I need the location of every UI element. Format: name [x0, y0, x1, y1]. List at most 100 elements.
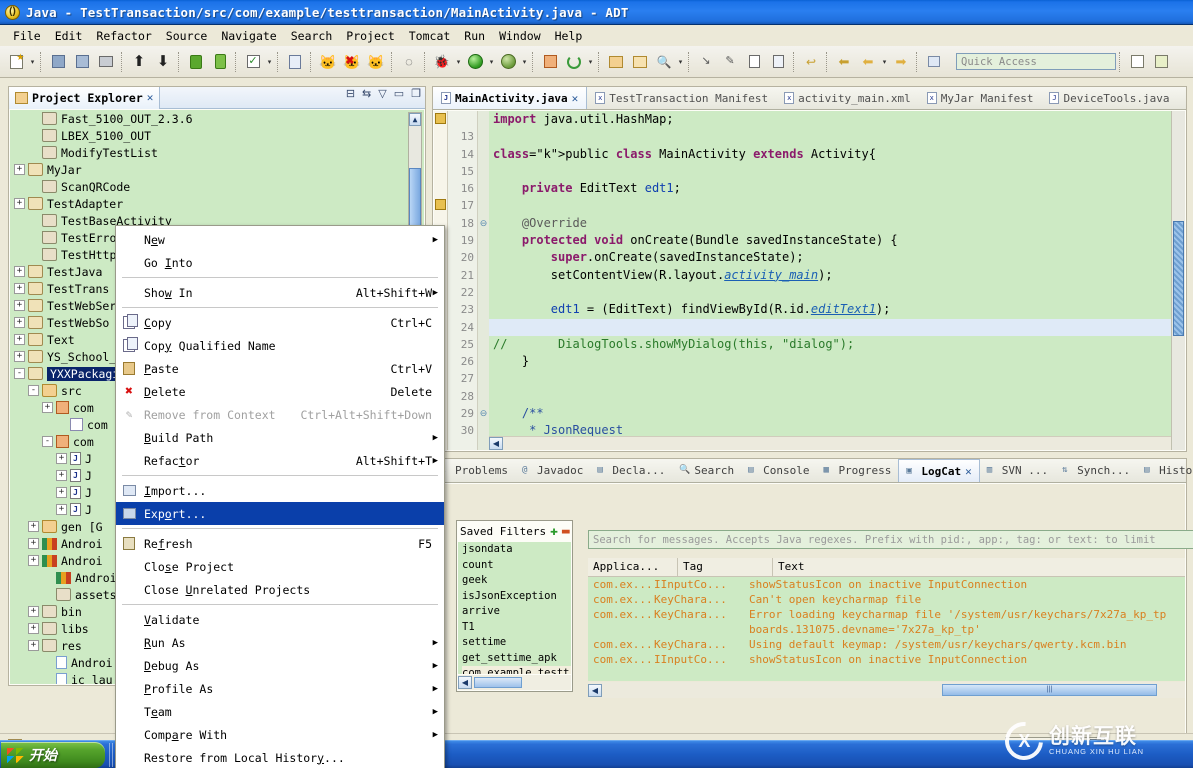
check-icon[interactable]: ✓: [242, 51, 264, 73]
code-line[interactable]: [489, 388, 1171, 405]
print-icon[interactable]: [95, 51, 117, 73]
logcat-row[interactable]: com.ex...KeyChara...Using default keymap…: [588, 637, 1185, 652]
tree-item[interactable]: +TestAdapter: [10, 195, 424, 212]
bottom-tab-logcat[interactable]: ▣LogCat✕: [898, 459, 979, 482]
ddms-cat-icon[interactable]: 🐱: [365, 51, 387, 73]
new-package-icon[interactable]: [539, 51, 561, 73]
bottom-tab-synch-[interactable]: ⇅Synch...: [1055, 459, 1137, 482]
tree-expander[interactable]: -: [14, 368, 25, 379]
code-line[interactable]: protected void onCreate(Bundle savedInst…: [489, 232, 1171, 249]
next-annotation-icon[interactable]: ↘: [695, 51, 717, 73]
back-dropdown-icon[interactable]: ▾: [880, 58, 889, 66]
debug-dropdown-icon[interactable]: ▾: [454, 58, 463, 66]
saved-filters-scrollbar[interactable]: ◀: [458, 675, 571, 690]
minus-icon[interactable]: ▬: [562, 524, 570, 539]
link-with-editor-icon[interactable]: ⇆: [362, 89, 371, 100]
menu-tomcat[interactable]: Tomcat: [402, 27, 458, 45]
logcat-row[interactable]: com.ex...IInputCo...showStatusIcon on in…: [588, 652, 1185, 667]
context-menu[interactable]: New▶Go IntoShow InAlt+Shift+W▶CopyCtrl+C…: [115, 225, 445, 768]
context-menu-item-refresh[interactable]: RefreshF5: [116, 532, 444, 555]
scroll-up-button[interactable]: ▲: [409, 113, 421, 126]
maximize-icon[interactable]: ❐: [411, 89, 421, 100]
terminate-cat-icon[interactable]: 🐱✖: [341, 51, 363, 73]
saved-filter-item[interactable]: jsondata: [462, 542, 571, 558]
close-icon[interactable]: ✕: [572, 92, 579, 105]
tree-expander[interactable]: +: [56, 504, 67, 515]
outline-icon[interactable]: [743, 51, 765, 73]
tree-expander[interactable]: +: [14, 198, 25, 209]
tree-expander[interactable]: +: [56, 453, 67, 464]
code-line[interactable]: import java.util.HashMap;: [489, 111, 1171, 128]
menu-window[interactable]: Window: [492, 27, 548, 45]
column-header-application[interactable]: Applica...: [588, 558, 678, 576]
column-header-text[interactable]: Text: [773, 558, 1185, 576]
tree-expander[interactable]: +: [56, 487, 67, 498]
code-line[interactable]: [489, 284, 1171, 301]
tree-expander[interactable]: +: [14, 317, 25, 328]
bottom-tab-history[interactable]: ▤History: [1137, 459, 1193, 482]
code-line[interactable]: [489, 128, 1171, 145]
menu-refactor[interactable]: Refactor: [89, 27, 158, 45]
logcat-row[interactable]: boards.131075.devname='7x27a_kp_tp': [588, 622, 1185, 637]
android-avd-manager-icon[interactable]: [209, 51, 231, 73]
context-menu-item-compare-with[interactable]: Compare With▶: [116, 723, 444, 746]
context-menu-item-new[interactable]: New▶: [116, 228, 444, 251]
close-icon[interactable]: ✕: [965, 465, 972, 478]
scroll-left-button[interactable]: ◀: [588, 684, 602, 697]
save-icon[interactable]: [47, 51, 69, 73]
context-menu-item-close-project[interactable]: Close Project: [116, 555, 444, 578]
menu-file[interactable]: File: [6, 27, 48, 45]
folding-ruler[interactable]: ⊖⊖: [478, 111, 489, 450]
scroll-left-button[interactable]: ◀: [458, 676, 472, 689]
external-tools-dropdown-icon[interactable]: ▾: [586, 58, 595, 66]
tree-expander[interactable]: +: [28, 538, 39, 549]
context-menu-item-refactor[interactable]: RefactorAlt+Shift+T▶: [116, 449, 444, 472]
fold-toggle[interactable]: ⊖: [478, 215, 489, 232]
search-dropdown-icon[interactable]: ▾: [676, 58, 685, 66]
menu-run[interactable]: Run: [457, 27, 492, 45]
saved-filter-item[interactable]: arrive: [462, 604, 571, 620]
import-icon[interactable]: ⬇: [152, 51, 174, 73]
context-menu-item-build-path[interactable]: Build Path▶: [116, 426, 444, 449]
tree-expander[interactable]: +: [28, 623, 39, 634]
menu-edit[interactable]: Edit: [48, 27, 90, 45]
code-line[interactable]: super.onCreate(savedInstanceState);: [489, 249, 1171, 266]
tree-item[interactable]: Fast_5100_OUT_2.3.6: [10, 110, 424, 127]
bottom-tab-decla-[interactable]: ▤Decla...: [590, 459, 672, 482]
bottom-tab-svn-[interactable]: ▥SVN ...: [980, 459, 1055, 482]
start-button[interactable]: 开始: [1, 742, 105, 768]
code-line[interactable]: edt1 = (EditText) findViewById(R.id.edit…: [489, 301, 1171, 318]
save-all-icon[interactable]: [71, 51, 93, 73]
code-line[interactable]: * JsonRequest: [489, 422, 1171, 436]
bottom-tab-javadoc[interactable]: @Javadoc: [515, 459, 590, 482]
context-menu-item-delete[interactable]: ✖DeleteDelete: [116, 380, 444, 403]
view-menu-icon[interactable]: ▽: [378, 89, 386, 100]
tree-expander[interactable]: +: [28, 555, 39, 566]
saved-filter-item[interactable]: get_settime_apk: [462, 651, 571, 667]
context-menu-item-show-in[interactable]: Show InAlt+Shift+W▶: [116, 281, 444, 304]
bottom-tab-progress[interactable]: ▦Progress: [816, 459, 898, 482]
tree-expander[interactable]: +: [14, 351, 25, 362]
tree-item[interactable]: LBEX_5100_OUT: [10, 127, 424, 144]
logcat-row[interactable]: com.ex...KeyChara...Can't open keycharma…: [588, 592, 1185, 607]
new-wizard-dropdown-icon[interactable]: ▾: [28, 58, 37, 66]
scroll-thumb[interactable]: |||: [942, 684, 1157, 696]
logcat-rows[interactable]: com.ex...IInputCo...showStatusIcon on in…: [588, 577, 1185, 681]
tree-expander[interactable]: -: [28, 385, 39, 396]
editor-horizontal-scrollbar[interactable]: ◀: [489, 436, 1171, 450]
context-menu-item-validate[interactable]: Validate: [116, 608, 444, 631]
code-line[interactable]: [489, 163, 1171, 180]
minimize-icon[interactable]: ▭: [394, 89, 404, 100]
code-text-area[interactable]: import java.util.HashMap; class="k">publ…: [489, 111, 1171, 436]
run-dropdown-icon[interactable]: ▾: [487, 58, 496, 66]
menu-source[interactable]: Source: [159, 27, 215, 45]
collapse-all-icon[interactable]: ⊟: [346, 89, 355, 100]
quick-access-input[interactable]: Quick Access: [956, 53, 1116, 70]
code-line[interactable]: setContentView(R.layout.activity_main);: [489, 267, 1171, 284]
tree-expander[interactable]: +: [14, 334, 25, 345]
logcat-search-input[interactable]: Search for messages. Accepts Java regexe…: [588, 530, 1193, 549]
tree-expander[interactable]: +: [28, 606, 39, 617]
bottom-tab-console[interactable]: ▤Console: [741, 459, 816, 482]
android-sdk-manager-icon[interactable]: [185, 51, 207, 73]
scroll-left-button[interactable]: ◀: [489, 437, 503, 450]
